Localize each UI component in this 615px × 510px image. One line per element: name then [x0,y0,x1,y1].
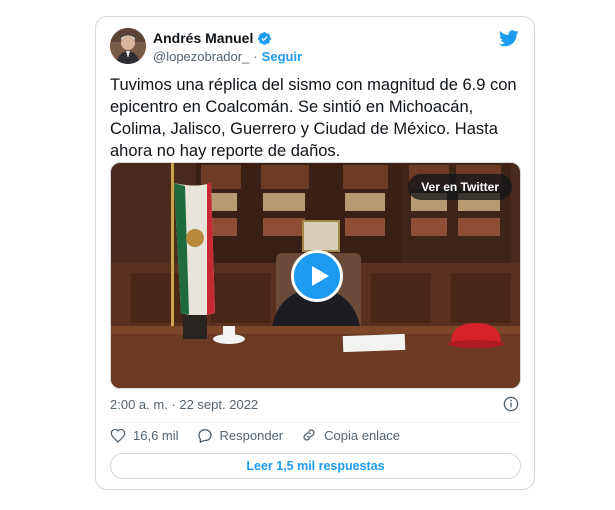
follow-button[interactable]: Seguir [262,49,302,64]
info-icon[interactable] [503,396,519,412]
separator-dot: · [253,49,258,64]
like-count: 16,6 mil [133,427,179,443]
read-replies-button[interactable]: Leer 1,5 mil respuestas [110,453,521,479]
twitter-logo-icon[interactable] [499,30,519,47]
reply-bubble-icon [197,428,212,443]
author-avatar[interactable] [110,28,146,64]
copy-link-button[interactable]: Copia enlace [301,427,400,443]
author-name-row: Andrés Manuel [153,30,272,46]
tweet-card: Andrés Manuel @lopezobrador_ · Seguir Tu… [95,16,535,490]
author-handle-row: @lopezobrador_ · Seguir [153,49,302,64]
reply-button[interactable]: Responder [197,427,284,443]
author-handle[interactable]: @lopezobrador_ [153,49,249,64]
author-name[interactable]: Andrés Manuel [153,30,253,46]
video-media[interactable]: Ver en Twitter [110,162,521,389]
play-icon [312,266,329,286]
divider [110,422,520,423]
play-button[interactable] [291,250,343,302]
tweet-text: Tuvimos una réplica del sismo con magnit… [110,76,517,160]
watch-on-twitter-button[interactable]: Ver en Twitter [408,174,512,200]
tweet-timestamp[interactable]: 2:00 a. m. · 22 sept. 2022 [110,397,258,412]
reply-label: Responder [219,427,284,443]
verified-badge-icon [258,31,272,45]
action-bar: 16,6 mil Responder Copia enlace [110,427,418,443]
like-button[interactable]: 16,6 mil [110,428,179,443]
heart-icon [110,428,126,443]
link-icon [303,429,315,441]
copy-link-label: Copia enlace [324,427,401,443]
